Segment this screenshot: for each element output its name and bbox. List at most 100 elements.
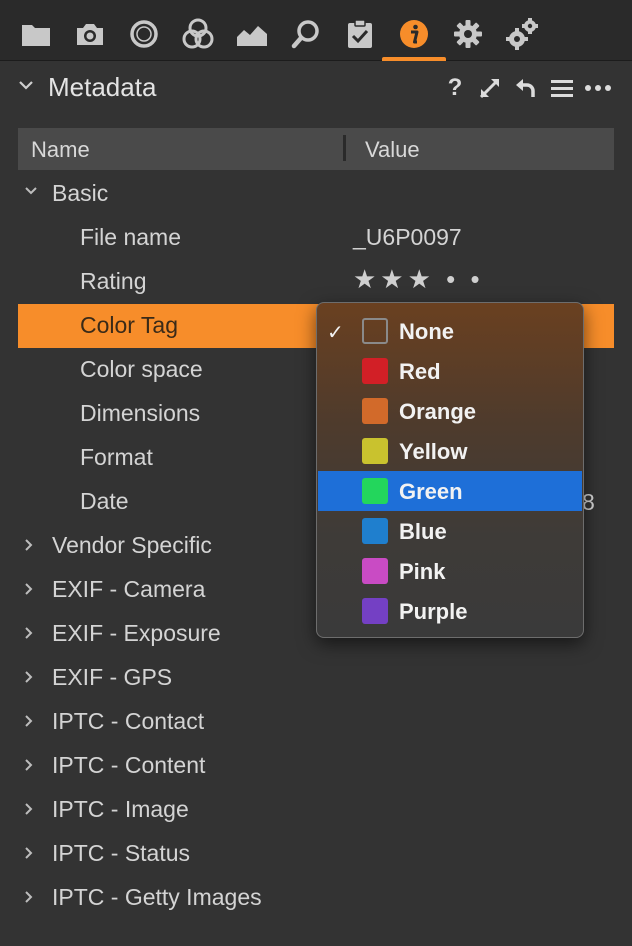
group-exif-gps[interactable]: EXIF - GPS xyxy=(18,656,614,700)
field-label: Rating xyxy=(80,268,147,294)
swatch-purple xyxy=(362,598,388,624)
tool-tab-bar xyxy=(0,0,632,61)
group-label: Basic xyxy=(52,180,109,206)
field-label: Color space xyxy=(80,356,203,382)
chevron-right-icon[interactable] xyxy=(24,538,34,552)
expand-arrow-icon xyxy=(479,78,500,99)
details-tab[interactable] xyxy=(284,12,328,56)
metadata-tab[interactable] xyxy=(382,12,446,61)
clipboard-check-icon xyxy=(348,19,372,48)
color-option-yellow[interactable]: Yellow xyxy=(318,431,582,471)
field-label: Format xyxy=(80,444,153,470)
chevron-right-icon[interactable] xyxy=(24,626,34,640)
option-label: Orange xyxy=(399,399,477,424)
column-divider[interactable] xyxy=(343,135,346,161)
gear-icon xyxy=(454,20,482,48)
field-label: Date xyxy=(80,488,129,514)
metadata-panel-header: Metadata ? xyxy=(0,61,632,113)
group-iptc-getty-images[interactable]: IPTC - Getty Images xyxy=(18,876,614,920)
chevron-right-icon[interactable] xyxy=(24,846,34,860)
adjustments-tab[interactable] xyxy=(338,12,382,56)
chevron-down-icon[interactable] xyxy=(18,79,34,91)
group-iptc-contact[interactable]: IPTC - Contact xyxy=(18,700,614,744)
info-icon xyxy=(400,20,428,48)
group-iptc-image[interactable]: IPTC - Image xyxy=(18,788,614,832)
color-option-none[interactable]: ✓ None xyxy=(318,311,582,351)
undo-arrow-icon xyxy=(516,79,535,97)
capture-tab[interactable] xyxy=(68,12,112,56)
option-label: Green xyxy=(399,479,463,504)
swatch-green xyxy=(362,478,388,504)
group-label: IPTC - Getty Images xyxy=(52,884,262,910)
panel-title: Metadata xyxy=(48,72,157,102)
chevron-right-icon[interactable] xyxy=(24,890,34,904)
help-button[interactable]: ? xyxy=(441,74,469,101)
option-label: Red xyxy=(399,359,441,384)
batch-tab[interactable] xyxy=(500,12,544,56)
group-iptc-status[interactable]: IPTC - Status xyxy=(18,832,614,876)
group-basic[interactable]: Basic xyxy=(18,172,614,216)
chevron-down-icon[interactable] xyxy=(24,186,38,196)
swatch-yellow xyxy=(362,438,388,464)
chevron-right-icon[interactable] xyxy=(24,802,34,816)
color-option-pink[interactable]: Pink xyxy=(318,551,582,591)
color-option-green[interactable]: Green xyxy=(318,471,582,511)
group-label: IPTC - Image xyxy=(52,796,189,822)
ellipsis-icon xyxy=(585,85,611,91)
color-option-purple[interactable]: Purple xyxy=(318,591,582,631)
swatch-none xyxy=(362,318,388,344)
hamburger-menu-icon xyxy=(551,80,573,97)
color-circles-icon xyxy=(182,18,214,49)
library-tab[interactable] xyxy=(14,12,58,56)
color-tab[interactable] xyxy=(176,12,220,56)
expand-button[interactable] xyxy=(476,75,504,101)
field-file-name[interactable]: File name _U6P0097 xyxy=(18,216,614,260)
option-label: None xyxy=(399,319,454,344)
option-label: Pink xyxy=(399,559,446,584)
chevron-right-icon[interactable] xyxy=(24,758,34,772)
field-rating[interactable]: Rating ★★★ • • xyxy=(18,260,614,304)
column-name-header[interactable]: Name xyxy=(31,137,90,163)
swatch-blue xyxy=(362,518,388,544)
option-label: Blue xyxy=(399,519,447,544)
group-label: Vendor Specific xyxy=(52,532,212,558)
color-option-orange[interactable]: Orange xyxy=(318,391,582,431)
group-iptc-content[interactable]: IPTC - Content xyxy=(18,744,614,788)
table-column-header: Name Value xyxy=(18,128,614,170)
group-label: EXIF - GPS xyxy=(52,664,173,690)
group-label: IPTC - Status xyxy=(52,840,191,866)
option-label: Purple xyxy=(399,599,468,624)
group-label: IPTC - Contact xyxy=(52,708,205,734)
output-tab[interactable] xyxy=(446,12,490,56)
chevron-right-icon[interactable] xyxy=(24,714,34,728)
color-option-red[interactable]: Red xyxy=(318,351,582,391)
more-options-button[interactable] xyxy=(584,75,612,101)
swatch-red xyxy=(362,358,388,384)
lens-tab[interactable] xyxy=(122,12,166,56)
color-tag-menu: ✓ None Red Orange Yellow Green Blue Pink… xyxy=(316,302,584,638)
exposure-tab[interactable] xyxy=(230,12,274,56)
chevron-right-icon[interactable] xyxy=(24,582,34,596)
presets-button[interactable] xyxy=(548,75,576,101)
column-value-header[interactable]: Value xyxy=(365,137,420,163)
reset-button[interactable] xyxy=(511,75,539,101)
group-label: EXIF - Exposure xyxy=(52,620,221,646)
group-label: IPTC - Content xyxy=(52,752,206,778)
gears-icon xyxy=(506,18,538,50)
checkmark-icon: ✓ xyxy=(327,322,344,344)
exposure-histogram-icon xyxy=(237,26,267,46)
folder-icon xyxy=(22,25,50,46)
search-loupe-icon xyxy=(291,20,319,49)
swatch-pink xyxy=(362,558,388,584)
chevron-right-icon[interactable] xyxy=(24,670,34,684)
field-label: File name xyxy=(80,224,181,250)
swatch-orange xyxy=(362,398,388,424)
rating-stars[interactable]: ★★★ • • xyxy=(353,264,484,295)
group-label: EXIF - Camera xyxy=(52,576,206,602)
file-name-value[interactable]: _U6P0097 xyxy=(353,224,462,251)
field-label: Color Tag xyxy=(80,312,179,338)
option-label: Yellow xyxy=(399,439,468,464)
color-option-blue[interactable]: Blue xyxy=(318,511,582,551)
field-label: Dimensions xyxy=(80,400,201,426)
camera-icon xyxy=(77,24,103,45)
